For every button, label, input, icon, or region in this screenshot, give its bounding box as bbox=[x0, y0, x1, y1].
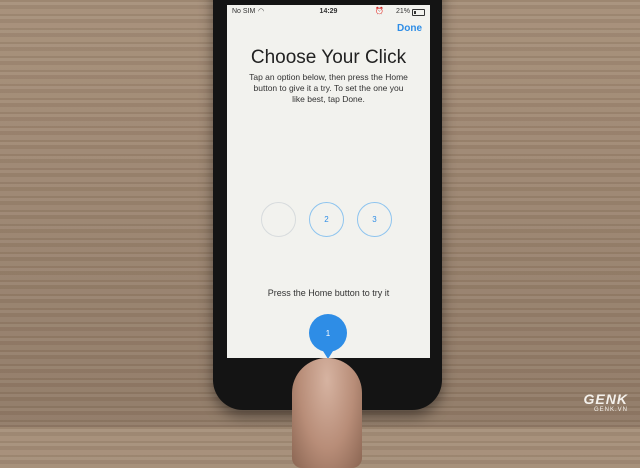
battery-percentage: 21% bbox=[395, 8, 410, 15]
click-option-1[interactable] bbox=[261, 202, 296, 237]
phone-screen: No SIM ◠ 14:29 ⏰ 21% Done Choose Your Cl… bbox=[227, 5, 430, 358]
watermark-brand: GENK bbox=[583, 391, 628, 407]
watermark-site: GENK.VN bbox=[593, 407, 628, 413]
watermark: GENK GENK.VN bbox=[584, 391, 628, 413]
home-button-hint: Press the Home button to try it bbox=[267, 288, 390, 298]
done-button[interactable]: Done bbox=[397, 23, 422, 34]
alarm-icon: ⏰ bbox=[375, 8, 384, 15]
page-title: Choose Your Click bbox=[250, 47, 407, 68]
instructions-text: Tap an option below, then press the Home… bbox=[249, 72, 408, 104]
click-option-2[interactable]: 2 bbox=[309, 202, 344, 237]
thumb bbox=[292, 358, 362, 468]
home-press-indicator: 1 bbox=[309, 314, 347, 359]
status-bar: No SIM ◠ 14:29 ⏰ 21% bbox=[227, 5, 430, 19]
click-option-3[interactable]: 3 bbox=[357, 202, 392, 237]
battery-icon bbox=[412, 9, 425, 16]
